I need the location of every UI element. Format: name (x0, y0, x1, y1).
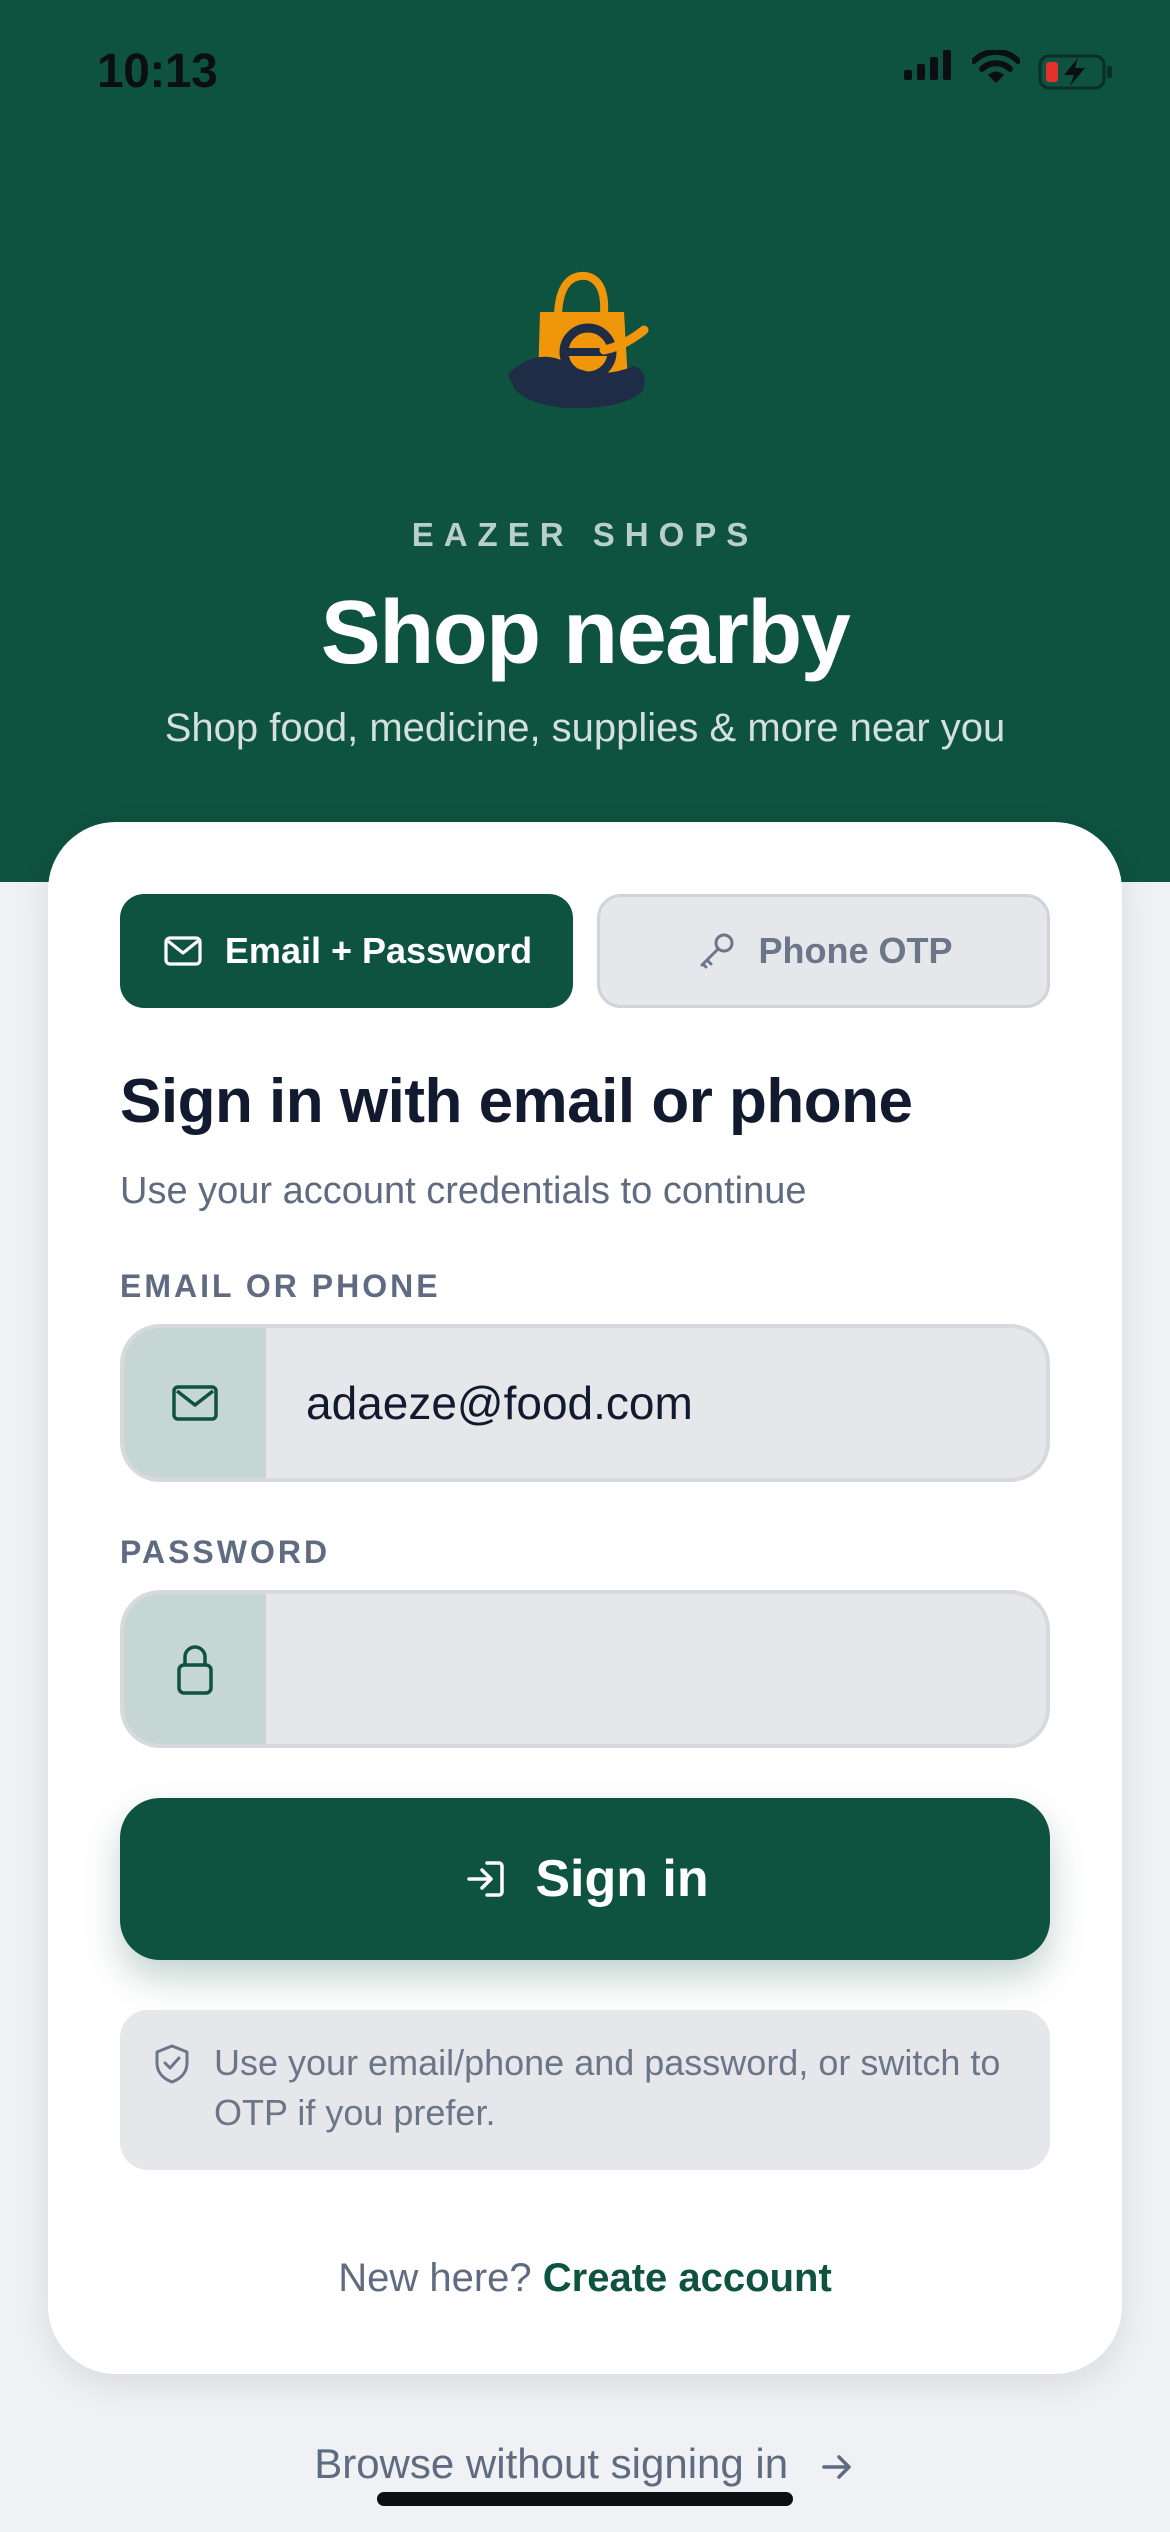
status-bar: 10:13 (0, 0, 1170, 150)
eazer-logo (508, 271, 649, 409)
shield-check-icon (155, 2044, 189, 2084)
envelope-icon (124, 1328, 266, 1478)
lock-icon (124, 1594, 266, 1744)
sign-in-label: Sign in (535, 1850, 709, 1908)
form-subtitle: Use your account credentials to continue (120, 1170, 807, 1212)
password-field[interactable] (120, 1590, 1050, 1748)
password-input[interactable] (284, 1594, 1044, 1744)
page-headline: Shop nearby (320, 583, 851, 683)
signup-prompt: New here? Create account (0, 2256, 1170, 2301)
form-title: Sign in with email or phone (120, 1067, 913, 1136)
arrow-right-icon (822, 2455, 851, 2479)
sign-in-icon (461, 1855, 509, 1903)
page-tagline: Shop food, medicine, supplies & more nea… (164, 706, 1006, 750)
wifi-icon (972, 50, 1020, 83)
home-indicator (377, 2492, 793, 2506)
new-here-text: New here? (338, 2256, 532, 2300)
tab-phone-otp[interactable]: Phone OTP (597, 894, 1050, 1008)
sign-in-button[interactable]: Sign in (120, 1798, 1050, 1960)
email-field-value[interactable]: adaeze@food.com (306, 1328, 693, 1478)
email-field[interactable]: adaeze@food.com (120, 1324, 1050, 1482)
browse-without-signin-link[interactable]: Browse without signing in (0, 2440, 1170, 2488)
browse-label: Browse without signing in (314, 2440, 789, 2487)
cellular-signal-icon (904, 50, 951, 80)
info-note: Use your email/phone and password, or sw… (120, 2010, 1050, 2170)
create-account-link[interactable]: Create account (543, 2256, 832, 2300)
tab-label: Email + Password (224, 930, 533, 971)
brand-name: EAZER SHOPS (411, 516, 759, 553)
password-field-label: PASSWORD (120, 1534, 331, 1570)
tab-email-password[interactable]: Email + Password (120, 894, 573, 1008)
tab-label: Phone OTP (758, 930, 953, 971)
info-note-text: Use your email/phone and password, or sw… (214, 2042, 1001, 2133)
battery-charging-icon (1038, 54, 1112, 90)
envelope-icon (161, 929, 205, 973)
status-time: 10:13 (97, 45, 218, 98)
key-icon (694, 929, 738, 973)
email-field-label: EMAIL OR PHONE (120, 1268, 441, 1304)
